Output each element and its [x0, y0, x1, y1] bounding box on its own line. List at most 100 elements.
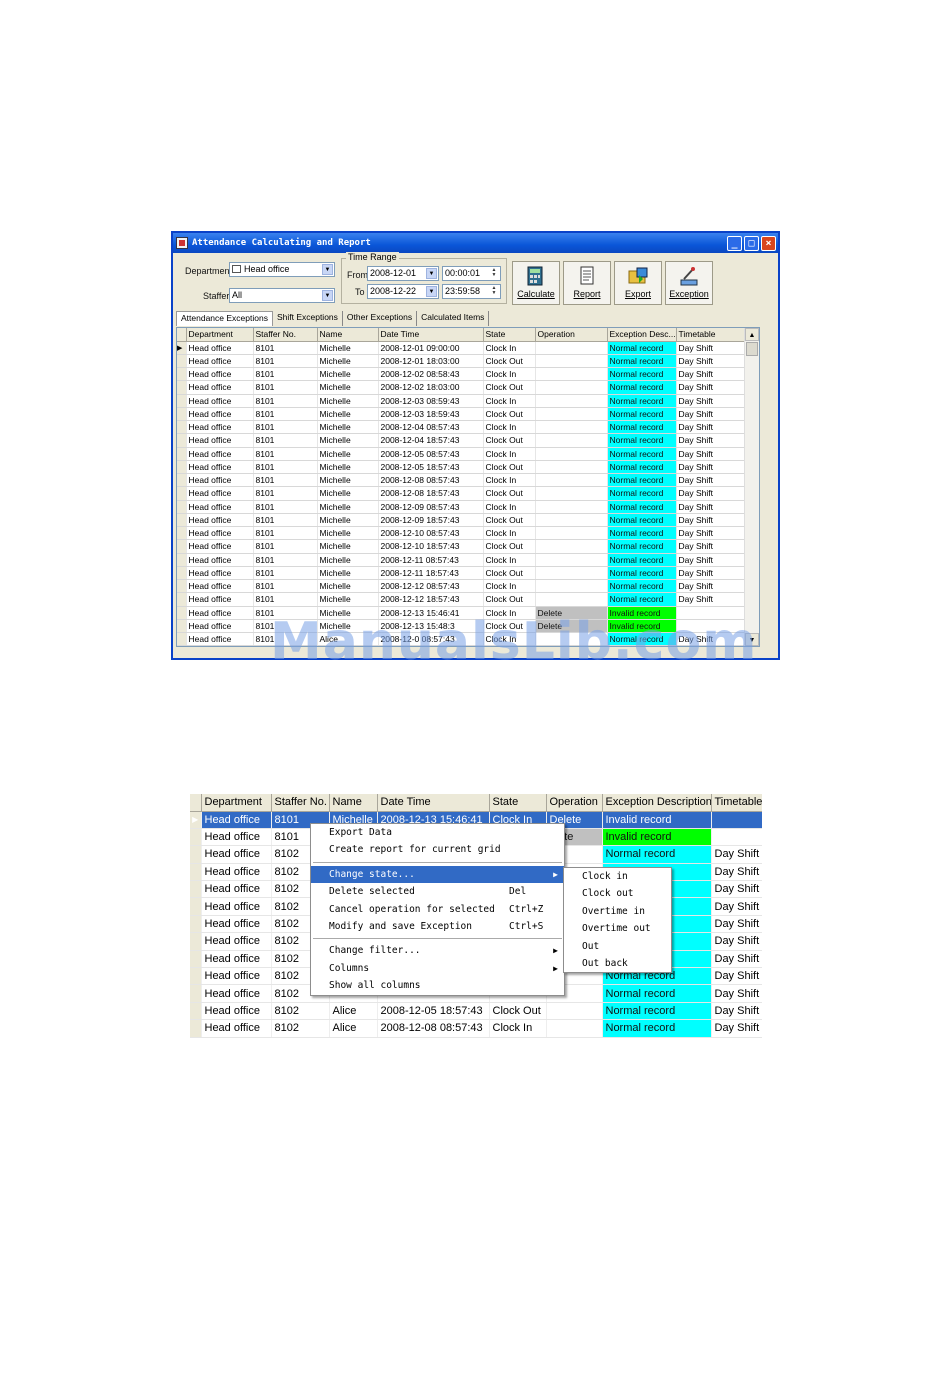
- cell-operation[interactable]: [535, 486, 608, 501]
- cell-exception-desc[interactable]: Normal record: [607, 566, 677, 581]
- cell-exception-desc[interactable]: Normal record: [607, 500, 677, 514]
- cell-staffer-no[interactable]: 8101: [253, 553, 318, 567]
- cell-state[interactable]: Clock In: [483, 500, 536, 514]
- cell-date-time[interactable]: 2008-12-08 08:57:43: [377, 1019, 490, 1038]
- cell-timetable[interactable]: Day Shift: [676, 486, 746, 501]
- cell-timetable[interactable]: Day Shift: [711, 845, 762, 864]
- row-indicator[interactable]: [177, 500, 187, 514]
- exception-button[interactable]: Exception: [665, 261, 713, 305]
- cell-staffer-no[interactable]: 8102: [271, 1002, 330, 1021]
- row-indicator[interactable]: [190, 932, 202, 951]
- row-indicator[interactable]: [177, 380, 187, 395]
- cell-staffer-no[interactable]: 8101: [253, 447, 318, 461]
- cell-date-time[interactable]: 2008-12-03 18:59:43: [378, 407, 484, 422]
- row-indicator[interactable]: [177, 367, 187, 382]
- row-indicator[interactable]: [177, 420, 187, 435]
- cell-operation[interactable]: [535, 407, 608, 422]
- tab-calculated-items[interactable]: Calculated Items: [417, 311, 490, 326]
- cell-staffer-no[interactable]: 8101: [253, 579, 318, 594]
- column-header-operation[interactable]: Operation: [535, 328, 608, 342]
- cell-operation[interactable]: [535, 341, 608, 355]
- cell-timetable[interactable]: Day Shift: [711, 880, 762, 899]
- cell-operation[interactable]: [535, 354, 608, 369]
- cell-department[interactable]: Head office: [201, 845, 272, 864]
- chevron-down-icon[interactable]: ▼: [322, 290, 333, 301]
- table-row[interactable]: Head office 8102 Alice 2008-12-05 18:57:43 C…: [190, 1002, 762, 1021]
- cell-operation[interactable]: [535, 473, 608, 488]
- cell-date-time[interactable]: 2008-12-05 18:57:43: [378, 460, 484, 475]
- tab-other-exceptions[interactable]: Other Exceptions: [342, 311, 418, 326]
- cell-name[interactable]: Michelle: [317, 473, 379, 488]
- cell-operation[interactable]: [546, 1002, 603, 1021]
- cell-date-time[interactable]: 2008-12-03 08:59:43: [378, 394, 484, 408]
- cell-date-time[interactable]: 2008-12-01 18:03:00: [378, 354, 484, 369]
- row-indicator[interactable]: [177, 632, 187, 646]
- cell-exception-description[interactable]: Normal record: [602, 1002, 712, 1021]
- cell-staffer-no[interactable]: 8101: [253, 394, 318, 408]
- cell-name[interactable]: Michelle: [317, 539, 379, 554]
- cell-name[interactable]: Alice: [329, 1019, 378, 1038]
- cell-exception-desc[interactable]: Normal record: [607, 433, 677, 448]
- cell-timetable[interactable]: Day Shift: [676, 526, 746, 541]
- column-header-date-time[interactable]: Date Time: [378, 328, 484, 342]
- minimize-button[interactable]: _: [727, 236, 742, 251]
- menu-item-columns[interactable]: Columns ▶: [311, 960, 564, 977]
- cell-timetable[interactable]: Day Shift: [676, 473, 746, 488]
- submenu-item-overtime-in[interactable]: Overtime in: [564, 903, 671, 920]
- column-header-state[interactable]: State: [483, 328, 536, 342]
- row-indicator[interactable]: [177, 579, 187, 594]
- cell-state[interactable]: Clock In: [483, 394, 536, 408]
- export-button[interactable]: Export: [614, 261, 662, 305]
- menu-item-change-state[interactable]: Change state... ▶: [311, 865, 564, 884]
- cell-department[interactable]: Head office: [201, 1002, 272, 1021]
- cell-department[interactable]: Head office: [186, 553, 254, 567]
- row-indicator[interactable]: [190, 863, 202, 882]
- cell-name[interactable]: Michelle: [317, 513, 379, 528]
- table-row[interactable]: Head office 8101 Michelle 2008-12-04 08:57:…: [177, 420, 746, 435]
- table-row[interactable]: Head office 8101 Michelle 2008-12-04 18:57:…: [177, 433, 746, 448]
- chevron-down-icon[interactable]: ▼: [426, 268, 437, 279]
- cell-timetable[interactable]: Day Shift: [676, 500, 746, 514]
- cell-timetable[interactable]: Day Shift: [676, 460, 746, 475]
- cell-operation[interactable]: [546, 1019, 603, 1038]
- row-indicator[interactable]: [190, 1019, 202, 1038]
- cell-name[interactable]: Michelle: [317, 420, 379, 435]
- cell-exception-desc[interactable]: Normal record: [607, 460, 677, 475]
- cell-state[interactable]: Clock In: [489, 1019, 547, 1038]
- cell-operation[interactable]: [535, 460, 608, 475]
- cell-name[interactable]: Alice: [329, 1002, 378, 1021]
- cell-name[interactable]: Michelle: [317, 526, 379, 541]
- scroll-up-icon[interactable]: ▲: [745, 328, 759, 341]
- cell-department[interactable]: Head office: [201, 950, 272, 969]
- cell-state[interactable]: Clock Out: [483, 354, 536, 369]
- submenu-item-clock-in[interactable]: Clock in: [564, 868, 671, 885]
- cell-state[interactable]: Clock Out: [483, 407, 536, 422]
- row-indicator[interactable]: [190, 950, 202, 969]
- cell-state[interactable]: Clock In: [483, 473, 536, 488]
- cell-department[interactable]: Head office: [186, 619, 254, 634]
- cell-exception-desc[interactable]: Normal record: [607, 579, 677, 594]
- cell-state[interactable]: Clock In: [483, 447, 536, 461]
- cell-name[interactable]: Michelle: [317, 433, 379, 448]
- row-indicator[interactable]: [177, 539, 187, 554]
- menu-item-create-report-for-current-grid[interactable]: Create report for current grid: [311, 841, 564, 858]
- to-date-picker[interactable]: 2008-12-22 ▼: [367, 284, 439, 299]
- row-indicator[interactable]: [177, 394, 187, 408]
- cell-timetable[interactable]: Day Shift: [711, 950, 762, 969]
- cell-exception-desc[interactable]: Normal record: [607, 354, 677, 369]
- cell-operation[interactable]: [535, 526, 608, 541]
- cell-department[interactable]: Head office: [186, 592, 254, 607]
- row-indicator[interactable]: [190, 897, 202, 916]
- cell-state[interactable]: Clock Out: [483, 513, 536, 528]
- cell-operation[interactable]: [535, 420, 608, 435]
- cell-date-time[interactable]: 2008-12-08 18:57:43: [378, 486, 484, 501]
- cell-timetable[interactable]: Day Shift: [676, 447, 746, 461]
- column-header-staffer-no[interactable]: Staffer No.: [271, 794, 330, 812]
- cell-state[interactable]: Clock Out: [483, 539, 536, 554]
- cell-department[interactable]: Head office: [201, 811, 272, 829]
- row-indicator[interactable]: [177, 592, 187, 607]
- table-row[interactable]: Head office 8101 Michelle 2008-12-12 18:57:…: [177, 592, 746, 607]
- cell-name[interactable]: Michelle: [317, 566, 379, 581]
- cell-exception-description[interactable]: Invalid record: [602, 828, 712, 847]
- cell-exception-desc[interactable]: Normal record: [607, 526, 677, 541]
